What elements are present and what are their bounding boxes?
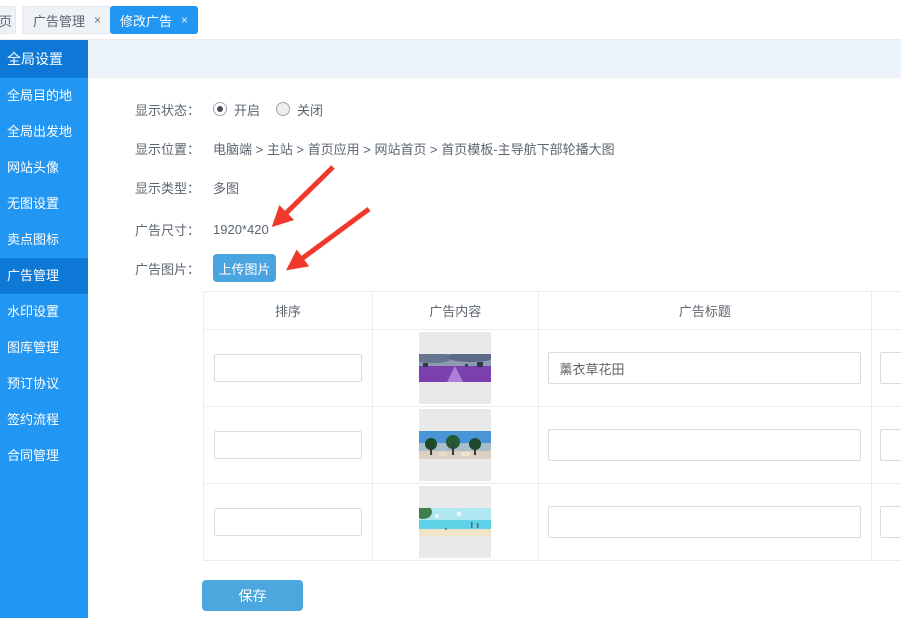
sort-input[interactable] xyxy=(214,354,362,382)
radio-off-label: 关闭 xyxy=(297,100,323,119)
ad-size-value: 1920*420 xyxy=(213,222,269,237)
upload-image-button[interactable]: 上传图片 xyxy=(213,254,276,282)
table-row xyxy=(204,407,901,484)
radio-on-label: 开启 xyxy=(234,100,260,119)
sidebar-item-signing-process[interactable]: 签约流程 xyxy=(0,402,88,438)
display-status-label: 显示状态： xyxy=(135,100,213,119)
sidebar: 全局设置 全局目的地 全局出发地 网站头像 无图设置 卖点图标 广告管理 水印设… xyxy=(0,40,88,618)
cutoff-input[interactable] xyxy=(880,352,901,384)
tab-ad-management[interactable]: 广告管理 × xyxy=(22,6,112,34)
display-position-label: 显示位置： xyxy=(135,139,213,158)
column-header-sort: 排序 xyxy=(204,292,373,329)
column-header-ad-content: 广告内容 xyxy=(373,292,539,329)
ad-thumbnail-lavender-field xyxy=(419,332,491,404)
content-top-strip xyxy=(88,40,901,78)
tab-edit-ad[interactable]: 修改广告 × xyxy=(110,6,198,34)
sidebar-item-site-avatar[interactable]: 网站头像 xyxy=(0,150,88,186)
table-header-row: 排序 广告内容 广告标题 xyxy=(204,292,901,330)
ad-image-row: 广告图片： 上传图片 xyxy=(135,254,276,282)
tab-home-partial[interactable]: 页 xyxy=(0,6,16,34)
lavender-field-banner-image xyxy=(419,354,491,382)
radio-on-icon[interactable] xyxy=(213,102,227,116)
close-icon[interactable]: × xyxy=(94,13,101,27)
sidebar-item-watermark-settings[interactable]: 水印设置 xyxy=(0,294,88,330)
sidebar-header-global-settings[interactable]: 全局设置 xyxy=(0,40,88,78)
ad-table: 排序 广告内容 广告标题 xyxy=(203,291,901,561)
tab-bar: 页 广告管理 × 修改广告 × xyxy=(0,0,901,40)
display-type-value: 多图 xyxy=(213,178,239,197)
tab-label: 页 xyxy=(0,11,12,30)
radio-option-on[interactable]: 开启 xyxy=(213,100,260,119)
table-row xyxy=(204,484,901,561)
ad-image-label: 广告图片： xyxy=(135,259,213,278)
cutoff-input[interactable] xyxy=(880,506,901,538)
display-status-row: 显示状态： 开启 关闭 xyxy=(135,99,339,119)
tab-label: 修改广告 xyxy=(120,11,172,30)
sidebar-item-no-image-settings[interactable]: 无图设置 xyxy=(0,186,88,222)
save-button[interactable]: 保存 xyxy=(202,580,303,611)
tropical-beach-banner-image xyxy=(419,508,491,536)
display-type-row: 显示类型： 多图 xyxy=(135,177,239,197)
ad-size-row: 广告尺寸： 1920*420 xyxy=(135,219,269,239)
cutoff-input[interactable] xyxy=(880,429,901,461)
table-row xyxy=(204,330,901,407)
display-type-label: 显示类型： xyxy=(135,178,213,197)
sidebar-item-booking-agreement[interactable]: 预订协议 xyxy=(0,366,88,402)
edit-ad-form: 显示状态： 开启 关闭 显示位置： 电脑端 > 主站 > 首页应用 > 网站首页… xyxy=(88,78,901,618)
tab-label: 广告管理 xyxy=(33,11,85,30)
column-header-ad-title: 广告标题 xyxy=(539,292,873,329)
radio-option-off[interactable]: 关闭 xyxy=(276,100,323,119)
radio-off-icon[interactable] xyxy=(276,102,290,116)
ad-title-input[interactable] xyxy=(548,352,861,384)
sort-input[interactable] xyxy=(214,508,362,536)
sidebar-item-global-departure[interactable]: 全局出发地 xyxy=(0,114,88,150)
sidebar-item-ad-management[interactable]: 广告管理 xyxy=(0,258,88,294)
breadcrumb: 电脑端 > 主站 > 首页应用 > 网站首页 > 首页模板-主导航下部轮播大图 xyxy=(213,139,615,158)
display-position-row: 显示位置： 电脑端 > 主站 > 首页应用 > 网站首页 > 首页模板-主导航下… xyxy=(135,138,615,158)
column-header-cutoff xyxy=(872,292,901,329)
sidebar-item-global-destination[interactable]: 全局目的地 xyxy=(0,78,88,114)
ad-thumbnail-palm-trees xyxy=(419,409,491,481)
ad-title-input[interactable] xyxy=(548,506,861,538)
ad-title-input[interactable] xyxy=(548,429,861,461)
sort-input[interactable] xyxy=(214,431,362,459)
ad-size-label: 广告尺寸： xyxy=(135,220,213,239)
sidebar-item-selling-point-icons[interactable]: 卖点图标 xyxy=(0,222,88,258)
close-icon[interactable]: × xyxy=(181,13,188,27)
ad-thumbnail-tropical-beach xyxy=(419,486,491,558)
sidebar-item-gallery-management[interactable]: 图库管理 xyxy=(0,330,88,366)
palm-trees-banner-image xyxy=(419,431,491,459)
sidebar-item-contract-management[interactable]: 合同管理 xyxy=(0,438,88,474)
